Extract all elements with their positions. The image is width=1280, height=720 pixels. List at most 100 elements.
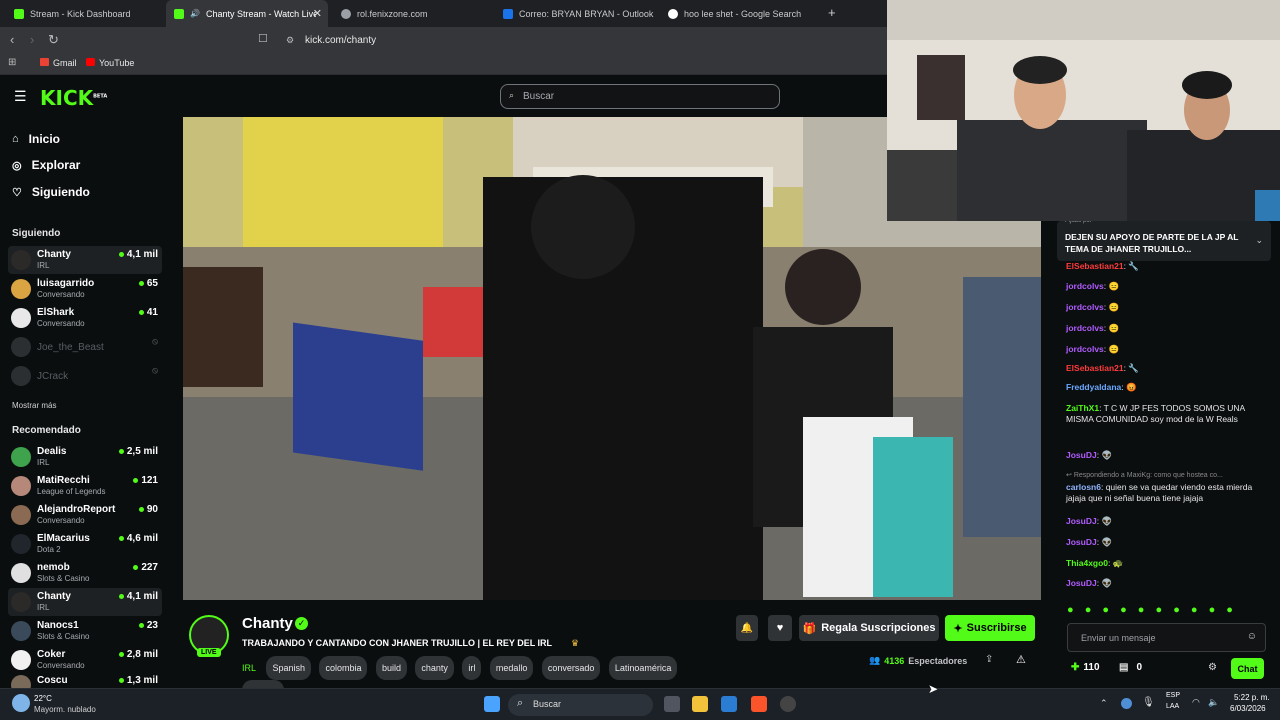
brave-browser-icon[interactable] xyxy=(751,696,767,712)
chat-username[interactable]: ElSebastian21 xyxy=(1066,261,1124,271)
apps-grid-icon[interactable]: ⊞ xyxy=(8,57,16,68)
chat-username[interactable]: JosuDJ xyxy=(1066,450,1097,460)
chat-username[interactable]: Thia4xgo0 xyxy=(1066,558,1108,568)
weather-desc: Mayorm. nublado xyxy=(34,705,96,714)
category-link[interactable]: IRL xyxy=(242,663,256,673)
url-field[interactable]: kick.com/chanty xyxy=(305,35,376,46)
recommended-item-coscu[interactable]: Coscu 1,3 mil xyxy=(8,675,162,688)
recommended-item-coker[interactable]: Coker Conversando 2,8 mil xyxy=(8,646,162,674)
chat-username[interactable]: JosuDJ xyxy=(1066,537,1097,547)
chat-username[interactable]: ZaiThX1 xyxy=(1066,403,1099,413)
store-icon[interactable] xyxy=(721,696,737,712)
volume-icon[interactable]: 🔈 xyxy=(1208,697,1219,708)
taskbar-search[interactable]: ⌕ Buscar xyxy=(508,694,653,716)
task-view-icon[interactable] xyxy=(664,696,680,712)
chat-username[interactable]: JosuDJ xyxy=(1066,578,1097,588)
chat-username[interactable]: jordcolvs xyxy=(1066,323,1104,333)
menu-icon[interactable]: ☰ xyxy=(14,88,27,105)
following-item-chanty[interactable]: Chanty IRL 4,1 mil xyxy=(8,246,162,274)
tag[interactable]: medallo xyxy=(489,656,534,680)
tab-outlook[interactable]: Correo: BRYAN BRYAN - Outlook xyxy=(495,0,660,27)
weather-temp[interactable]: 22°C xyxy=(34,694,52,703)
nav-inicio[interactable]: ⌂ Inicio xyxy=(12,132,60,146)
channel-points[interactable]: ✚ 110 xyxy=(1071,662,1100,673)
back-icon[interactable]: ‹ xyxy=(10,32,14,47)
chat-send-button[interactable]: Chat xyxy=(1231,658,1264,679)
search-input[interactable]: ⌕ Buscar xyxy=(500,84,780,109)
notification-bell-icon[interactable]: 🔔 xyxy=(736,615,758,641)
tag[interactable]: chanty xyxy=(415,656,454,680)
recommended-item-elmacarius[interactable]: ElMacarius Dota 2 4,6 mil xyxy=(8,530,162,558)
chat-settings-gear-icon[interactable]: ⚙ xyxy=(1208,662,1217,673)
following-item-joe-the-beast[interactable]: Joe_the_Beast ⦸ xyxy=(8,333,162,361)
tag[interactable]: conversado xyxy=(541,656,601,680)
badges-counter[interactable]: ▤ 0 xyxy=(1119,662,1142,673)
share-icon[interactable]: ⇪ xyxy=(985,654,993,665)
recommended-item-nemob[interactable]: nemob Slots & Casino 227 xyxy=(8,559,162,587)
bookmark-gmail[interactable]: Gmail xyxy=(53,58,77,68)
obs-icon[interactable] xyxy=(780,696,796,712)
gift-subscriptions-button[interactable]: 🎁 Regala Suscripciones xyxy=(799,615,939,641)
following-item-jcrack[interactable]: JCrack ⦸ xyxy=(8,362,162,390)
emoji-icon[interactable]: ☺ xyxy=(1247,631,1257,642)
microphone-icon[interactable]: 🎙 xyxy=(1142,697,1155,708)
windows-start-icon[interactable] xyxy=(484,696,500,712)
recommended-item-nanocs1[interactable]: Nanocs1 Slots & Casino 23 xyxy=(8,617,162,645)
tab-google-search[interactable]: hoo lee shet - Google Search xyxy=(660,0,820,27)
channel-name: Chanty xyxy=(37,249,71,260)
chat-input[interactable]: Enviar un mensaje ☺ xyxy=(1067,623,1266,652)
channel-name[interactable]: Chanty xyxy=(242,615,293,632)
tab-title: Chanty Stream - Watch Live o xyxy=(205,8,316,19)
webcam-frame xyxy=(887,0,1280,221)
following-item-elshark[interactable]: ElShark Conversando 41 xyxy=(8,304,162,332)
emote-bar[interactable]: ● ● ● ● ● ● ● ● ● ● xyxy=(1067,604,1277,616)
nav-siguiendo[interactable]: ♡ Siguiendo xyxy=(12,185,90,199)
wifi-icon[interactable]: ◠ xyxy=(1192,697,1200,708)
tab-title: rol.fenixzone.com xyxy=(357,8,428,19)
tray-chevron-up-icon[interactable]: ⌃ xyxy=(1100,698,1108,709)
recommended-item-matirecchi[interactable]: MatiRecchi League of Legends 121 xyxy=(8,472,162,500)
chat-username[interactable]: jordcolvs xyxy=(1066,302,1104,312)
language-bottom: LAA xyxy=(1166,703,1180,710)
tab-kick-dashboard[interactable]: Stream - Kick Dashboard xyxy=(6,0,166,27)
chat-username[interactable]: carlosn6 xyxy=(1066,482,1101,492)
recommended-item-dealis[interactable]: Dealis IRL 2,5 mil xyxy=(8,443,162,471)
site-info-icon[interactable]: ⚙ xyxy=(286,35,294,46)
tab-chanty-stream[interactable]: 🔊 Chanty Stream - Watch Live o ✕ xyxy=(166,0,328,27)
tab-fenixzone[interactable]: rol.fenixzone.com xyxy=(333,0,493,27)
language-top[interactable]: ESP xyxy=(1166,692,1180,699)
recommended-item-chanty[interactable]: Chanty IRL 4,1 mil xyxy=(8,588,162,616)
recommended-item-alejandroreport[interactable]: AlejandroReport Conversando 90 xyxy=(8,501,162,529)
chat-username[interactable]: jordcolvs xyxy=(1066,281,1104,291)
kick-logo[interactable]: KICKBETA xyxy=(40,86,107,110)
new-tab-icon[interactable]: + xyxy=(828,5,836,20)
avatar xyxy=(11,621,31,641)
file-explorer-icon[interactable] xyxy=(692,696,708,712)
nav-explorar[interactable]: ◎ Explorar xyxy=(12,158,80,172)
chat-username[interactable]: ElSebastian21 xyxy=(1066,363,1124,373)
follow-heart-icon[interactable]: ♥ xyxy=(768,615,792,641)
pinned-message[interactable]: Fijado por DEJEN SU APOYO DE PARTE DE LA… xyxy=(1057,218,1271,261)
following-item-luisagarrido[interactable]: luisagarrido Conversando 65 xyxy=(8,275,162,303)
subscribe-button[interactable]: ✦ Suscribirse xyxy=(945,615,1035,641)
reload-icon[interactable]: ↻ xyxy=(48,32,59,48)
chat-message: Thia4xgo0: 🐢 xyxy=(1066,558,1124,568)
bookmark-icon[interactable]: ☐ xyxy=(258,32,268,45)
clock-time[interactable]: 5:22 p. m. xyxy=(1234,693,1270,702)
tray-app-icon[interactable] xyxy=(1121,698,1132,709)
tag[interactable]: irl xyxy=(462,656,482,680)
chat-username[interactable]: Freddyaldana xyxy=(1066,382,1121,392)
show-more-link[interactable]: Mostrar más xyxy=(12,401,56,410)
chat-message: JosuDJ: 👽 xyxy=(1066,516,1113,526)
tag[interactable]: Spanish xyxy=(266,656,311,680)
chevron-down-icon[interactable]: ⌄ xyxy=(1255,235,1263,246)
bookmark-youtube[interactable]: YouTube xyxy=(99,58,134,68)
tag[interactable]: build xyxy=(375,656,407,680)
chat-username[interactable]: JosuDJ xyxy=(1066,516,1097,526)
forward-icon[interactable]: › xyxy=(30,32,34,47)
tag[interactable]: colombia xyxy=(319,656,368,680)
close-tab-icon[interactable]: ✕ xyxy=(313,7,322,20)
chat-username[interactable]: jordcolvs xyxy=(1066,344,1104,354)
tag[interactable]: Latinoamérica xyxy=(608,656,678,680)
report-icon[interactable]: ⚠ xyxy=(1016,653,1026,666)
